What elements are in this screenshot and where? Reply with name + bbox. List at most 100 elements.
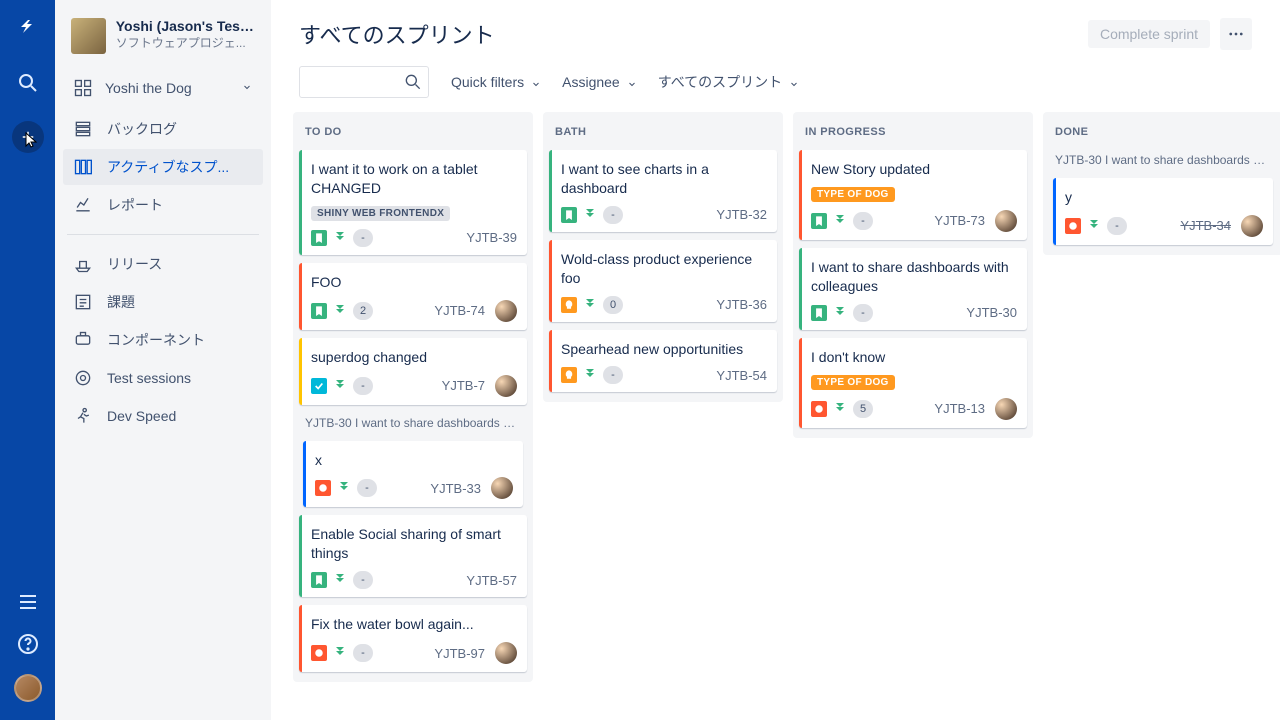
sidebar-item-label: Test sessions [107,370,191,386]
project-header[interactable]: Yoshi (Jason's Test ... ソフトウェアプロジェ... [63,18,263,66]
issue-card[interactable]: Enable Social sharing of smart things-YJ… [299,515,527,597]
sidebar-item-releases[interactable]: リリース [63,246,263,282]
run-icon [73,406,93,426]
priority-icon [583,368,597,382]
assignee-avatar[interactable] [1241,215,1263,237]
issue-card[interactable]: Fix the water bowl again...-YJTB-97 [299,605,527,672]
issue-title: I want it to work on a tablet CHANGED [311,160,517,198]
board-grid-icon [73,78,93,98]
issue-card[interactable]: I want to share dashboards with colleagu… [799,248,1027,330]
board-filters: Quick filters Assignee すべてのスプリント [271,56,1280,112]
assignee-avatar[interactable] [495,300,517,322]
estimate-badge: - [1107,217,1127,235]
kanban-board[interactable]: TO DO I want it to work on a tablet CHANG… [271,112,1280,720]
backlog-icon [73,119,93,139]
issue-title: I want to share dashboards with colleagu… [811,258,1017,296]
issue-card[interactable]: New Story updatedTYPE OF DOG-YJTB-73 [799,150,1027,240]
assignee-label: Assignee [562,74,620,90]
sidebar-item-label: 課題 [107,292,135,312]
issue-card[interactable]: I want it to work on a tablet CHANGED SHI… [299,150,527,255]
card-stripe [799,150,802,240]
assignee-avatar[interactable] [495,375,517,397]
sidebar-item-reports[interactable]: レポート [63,187,263,223]
column-header: DONE [1049,122,1277,142]
column-header: BATH [549,122,777,142]
priority-icon [833,306,847,320]
issues-icon [73,292,93,312]
board-search[interactable] [299,66,429,98]
card-footer: - YJTB-73 [811,210,1017,232]
help-icon[interactable] [16,632,40,656]
issue-title: I want to see charts in a dashboard [561,160,767,198]
issue-label: TYPE OF DOG [811,375,895,390]
column-header: TO DO [299,122,527,142]
sidebar-item-backlog[interactable]: バックログ [63,111,263,147]
profile-avatar[interactable] [14,674,42,702]
estimate-badge: - [853,304,873,322]
issue-title: y [1065,188,1263,207]
story-type-icon [811,305,827,321]
card-stripe [303,441,306,508]
card-stripe [299,338,302,405]
issue-key: YJTB-30 [966,305,1017,320]
assignee-avatar[interactable] [995,210,1017,232]
story-type-icon [311,230,327,246]
card-footer: 0YJTB-36 [561,296,767,314]
issue-key: YJTB-13 [934,401,985,416]
ship-icon [73,254,93,274]
issue-key: YJTB-73 [934,213,985,228]
priority-icon [833,402,847,416]
priority-icon [583,208,597,222]
sidebar-item-label: Dev Speed [107,408,176,424]
issue-card[interactable]: I don't knowTYPE OF DOG5YJTB-13 [799,338,1027,428]
priority-icon [333,573,347,587]
priority-icon [333,646,347,660]
jira-logo[interactable] [16,18,40,45]
board-selector[interactable]: Yoshi the Dog [63,70,263,106]
more-actions-button[interactable] [1220,18,1252,50]
swimlane-header[interactable]: YJTB-30 I want to share dashboards wit..… [1049,150,1277,170]
quick-filters-dropdown[interactable]: Quick filters [451,74,540,90]
project-avatar [71,18,106,54]
card-stripe [549,240,552,322]
issue-card[interactable]: y-YJTB-34 [1053,178,1273,245]
board-column: IN PROGRESSNew Story updatedTYPE OF DOG-… [793,112,1033,438]
complete-sprint-button[interactable]: Complete sprint [1088,20,1210,48]
reports-icon [73,195,93,215]
assignee-avatar[interactable] [995,398,1017,420]
menu-icon[interactable] [16,590,40,614]
sprint-dropdown[interactable]: すべてのスプリント [658,72,798,92]
sidebar-item-issues[interactable]: 課題 [63,284,263,320]
issue-card[interactable]: I want to see charts in a dashboard-YJTB… [549,150,777,232]
issue-card[interactable]: FOO2YJTB-74 [299,263,527,330]
card-stripe [799,338,802,428]
card-footer: -YJTB-54 [561,366,767,384]
sidebar-item-label: レポート [107,195,163,215]
global-add-button[interactable] [12,121,44,153]
assignee-avatar[interactable] [495,642,517,664]
sidebar-item-test-sessions[interactable]: Test sessions [63,360,263,396]
issue-card[interactable]: Spearhead new opportunities-YJTB-54 [549,330,777,393]
project-sidebar: Yoshi (Jason's Test ... ソフトウェアプロジェ... Yo… [55,0,271,720]
issue-card[interactable]: Wold-class product experience foo0YJTB-3… [549,240,777,322]
issue-card[interactable]: superdog changed-YJTB-7 [299,338,527,405]
estimate-badge: - [603,206,623,224]
chevron-down-icon [530,77,540,87]
estimate-badge: 2 [353,302,373,320]
estimate-badge: - [853,212,873,230]
sidebar-item-label: アクティブなスプ... [107,157,229,177]
swimlane-header[interactable]: YJTB-30 I want to share dashboards wi... [299,413,527,433]
story-type-icon [311,303,327,319]
assignee-avatar[interactable] [491,477,513,499]
issue-title: Fix the water bowl again... [311,615,517,634]
component-icon [73,330,93,350]
search-icon[interactable] [16,71,40,95]
issue-card[interactable]: x-YJTB-33 [303,441,523,508]
card-stripe [1053,178,1056,245]
issue-label: SHINY WEB FRONTENDX [311,206,450,221]
story-type-icon [561,207,577,223]
sidebar-item-dev-speed[interactable]: Dev Speed [63,398,263,434]
sidebar-item-active-sprints[interactable]: アクティブなスプ... [63,149,263,185]
sidebar-item-components[interactable]: コンポーネント [63,322,263,358]
assignee-dropdown[interactable]: Assignee [562,74,636,90]
